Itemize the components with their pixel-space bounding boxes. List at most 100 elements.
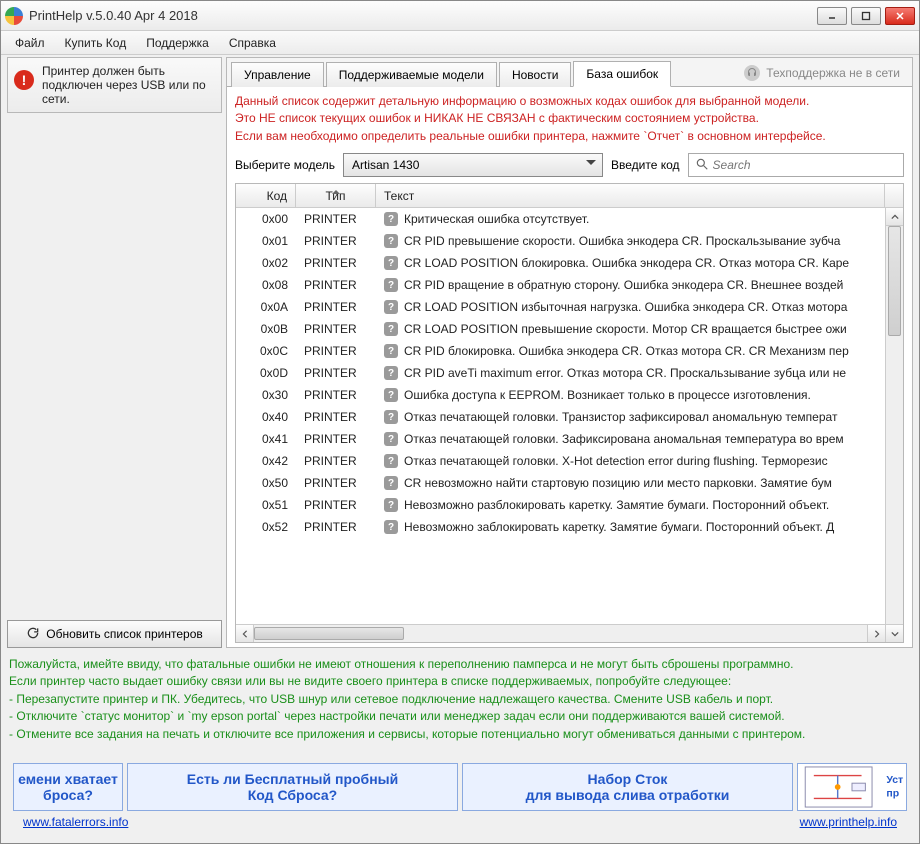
table-row[interactable]: 0x41PRINTER?Отказ печатающей головки. За… [236, 428, 885, 450]
search-box[interactable] [688, 153, 904, 177]
table-row[interactable]: 0x0BPRINTER?CR LOAD POSITION превышение … [236, 318, 885, 340]
cell-type: PRINTER [296, 322, 376, 336]
notice-line-2: Это НЕ список текущих ошибок и НИКАК НЕ … [235, 110, 904, 127]
th-type[interactable]: Тип [296, 184, 376, 207]
th-code[interactable]: Код [236, 184, 296, 207]
th-scroll-corner [885, 184, 903, 207]
table-row[interactable]: 0x08PRINTER?CR PID вращение в обратную с… [236, 274, 885, 296]
table-row[interactable]: 0x50PRINTER?CR невозможно найти стартову… [236, 472, 885, 494]
tab-news[interactable]: Новости [499, 62, 571, 87]
link-fatalerrors[interactable]: www.fatalerrors.info [23, 815, 128, 829]
tab-supported-models[interactable]: Поддерживаемые модели [326, 62, 497, 87]
scroll-up-button[interactable] [886, 208, 903, 226]
code-label: Введите код [611, 158, 680, 172]
cell-code: 0x30 [236, 388, 296, 402]
cell-text: ?Критическая ошибка отсутствует. [376, 212, 885, 226]
horizontal-scrollbar[interactable] [236, 624, 885, 642]
model-select[interactable]: Artisan 1430 [343, 153, 603, 177]
headset-icon [744, 65, 760, 81]
table-row[interactable]: 0x52PRINTER?Невозможно заблокировать кар… [236, 516, 885, 538]
help-text: Пожалуйста, имейте ввиду, что фатальные … [7, 648, 913, 745]
cell-text: ?Ошибка доступа к EEPROM. Возникает толь… [376, 388, 885, 402]
support-status[interactable]: Техподдержка не в сети [744, 65, 908, 81]
refresh-printers-label: Обновить список принтеров [46, 627, 203, 641]
banners: емени хватаетброса? Есть ли Бесплатный п… [13, 763, 907, 811]
menu-file[interactable]: Файл [5, 33, 55, 53]
menu-help[interactable]: Справка [219, 33, 286, 53]
hscroll-thumb[interactable] [254, 627, 404, 640]
cell-code: 0x41 [236, 432, 296, 446]
table-row[interactable]: 0x01PRINTER?CR PID превышение скорости. … [236, 230, 885, 252]
cell-text: ?CR LOAD POSITION блокировка. Ошибка энк… [376, 256, 885, 270]
cell-text: ?Отказ печатающей головки. X-Hot detecti… [376, 454, 885, 468]
cell-text: ?CR PID вращение в обратную сторону. Оши… [376, 278, 885, 292]
cell-type: PRINTER [296, 344, 376, 358]
scroll-right-button[interactable] [867, 625, 885, 642]
tab-error-db[interactable]: База ошибок [573, 61, 671, 87]
right-column: Управление Поддерживаемые модели Новости… [226, 57, 913, 648]
printer-warning-text: Принтер должен быть подключен через USB … [42, 64, 215, 106]
help-line-1: Пожалуйста, имейте ввиду, что фатальные … [9, 656, 911, 673]
help-line-4: - Отключите `статус монитор` и `my epson… [9, 708, 911, 725]
cell-code: 0x02 [236, 256, 296, 270]
cell-type: PRINTER [296, 432, 376, 446]
support-status-text: Техподдержка не в сети [766, 66, 900, 80]
banner-1[interactable]: емени хватаетброса? [13, 763, 123, 811]
vertical-scrollbar[interactable] [885, 208, 903, 642]
table-row[interactable]: 0x40PRINTER?Отказ печатающей головки. Тр… [236, 406, 885, 428]
cell-type: PRINTER [296, 278, 376, 292]
cell-code: 0x0A [236, 300, 296, 314]
table-header: Код Тип Текст [236, 184, 903, 208]
warning-icon: ! [14, 70, 34, 90]
links-row: www.fatalerrors.info www.printhelp.info [13, 811, 907, 829]
cell-text: ?CR PID aveTi maximum error. Отказ мотор… [376, 366, 885, 380]
close-button[interactable] [885, 7, 915, 25]
banner-3[interactable]: Набор Стокдля вывода слива отработки [462, 763, 793, 811]
table-row[interactable]: 0x0APRINTER?CR LOAD POSITION избыточная … [236, 296, 885, 318]
table-row[interactable]: 0x51PRINTER?Невозможно разблокировать ка… [236, 494, 885, 516]
help-line-2: Если принтер часто выдает ошибку связи и… [9, 673, 911, 690]
scroll-down-button[interactable] [886, 624, 903, 642]
help-icon: ? [384, 432, 398, 446]
table-row[interactable]: 0x42PRINTER?Отказ печатающей головки. X-… [236, 450, 885, 472]
cell-code: 0x00 [236, 212, 296, 226]
menu-support[interactable]: Поддержка [136, 33, 219, 53]
scroll-left-button[interactable] [236, 625, 254, 642]
cell-text: ?Отказ печатающей головки. Зафиксирована… [376, 432, 885, 446]
banner-4[interactable]: Устро пр [797, 763, 907, 811]
tab-control[interactable]: Управление [231, 62, 324, 87]
vscroll-thumb[interactable] [888, 226, 901, 336]
help-icon: ? [384, 322, 398, 336]
menu-buy-code[interactable]: Купить Код [55, 33, 137, 53]
refresh-printers-button[interactable]: Обновить список принтеров [7, 620, 222, 648]
th-text[interactable]: Текст [376, 184, 885, 207]
notice-line-1: Данный список содержит детальную информа… [235, 93, 904, 110]
help-icon: ? [384, 476, 398, 490]
hscroll-track[interactable] [254, 625, 867, 642]
cell-type: PRINTER [296, 212, 376, 226]
cell-type: PRINTER [296, 498, 376, 512]
minimize-button[interactable] [817, 7, 847, 25]
table-row[interactable]: 0x00PRINTER?Критическая ошибка отсутству… [236, 208, 885, 230]
table-body: 0x00PRINTER?Критическая ошибка отсутству… [236, 208, 885, 624]
tabs-row: Управление Поддерживаемые модели Новости… [227, 58, 912, 86]
model-label: Выберите модель [235, 158, 335, 172]
menu-bar: Файл Купить Код Поддержка Справка [1, 31, 919, 55]
search-icon [695, 157, 709, 174]
search-input[interactable] [713, 158, 897, 172]
app-window: PrintHelp v.5.0.40 Apr 4 2018 Файл Купит… [0, 0, 920, 844]
help-line-5: - Отмените все задания на печать и отклю… [9, 726, 911, 743]
cell-code: 0x51 [236, 498, 296, 512]
notice-text: Данный список содержит детальную информа… [235, 93, 904, 145]
banner-2[interactable]: Есть ли Бесплатный пробныйКод Сброса? [127, 763, 458, 811]
link-printhelp[interactable]: www.printhelp.info [800, 815, 897, 829]
table-row[interactable]: 0x0DPRINTER?CR PID aveTi maximum error. … [236, 362, 885, 384]
help-line-3: - Перезапустите принтер и ПК. Убедитесь,… [9, 691, 911, 708]
table-row[interactable]: 0x02PRINTER?CR LOAD POSITION блокировка.… [236, 252, 885, 274]
maximize-button[interactable] [851, 7, 881, 25]
cell-type: PRINTER [296, 454, 376, 468]
table-row[interactable]: 0x0CPRINTER?CR PID блокировка. Ошибка эн… [236, 340, 885, 362]
vscroll-track[interactable] [886, 226, 903, 624]
table-row[interactable]: 0x30PRINTER?Ошибка доступа к EEPROM. Воз… [236, 384, 885, 406]
cell-text: ?CR LOAD POSITION превышение скорости. М… [376, 322, 885, 336]
